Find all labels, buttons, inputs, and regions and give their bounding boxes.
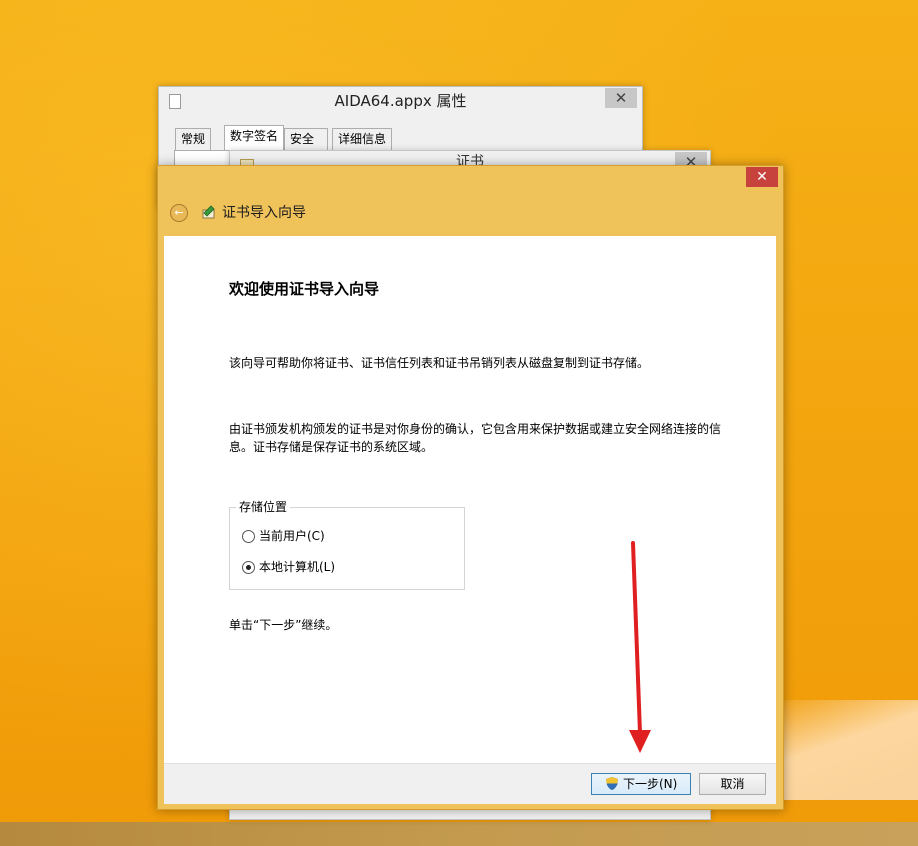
uac-shield-icon	[606, 777, 618, 790]
taskbar	[0, 822, 918, 846]
properties-window-title: AIDA64.appx 属性	[334, 92, 467, 110]
wizard-footer: 下一步(N) 取消	[164, 763, 776, 804]
radio-current-user-label[interactable]: 当前用户(C)	[259, 528, 325, 544]
next-button-label: 下一步(N)	[623, 777, 678, 791]
certificate-wizard-icon	[201, 205, 217, 225]
cancel-button[interactable]: 取消	[699, 773, 766, 795]
certificate-import-wizard: ✕ ← 证书导入向导 欢迎使用证书导入向导 该向导可帮助你将证书、证书信任列表和…	[157, 165, 784, 810]
wizard-close-button[interactable]: ✕	[746, 167, 778, 187]
back-arrow-icon[interactable]: ←	[170, 204, 188, 222]
wizard-heading: 欢迎使用证书导入向导	[229, 280, 380, 298]
tab-general[interactable]: 常规	[175, 128, 212, 150]
continue-instruction: 单击“下一步”继续。	[229, 618, 338, 632]
store-location-label: 存储位置	[236, 499, 291, 515]
tab-digital-signatures[interactable]: 数字签名	[224, 125, 285, 151]
properties-close-button[interactable]: ✕	[605, 88, 637, 108]
annotation-arrow-icon	[629, 541, 651, 753]
tab-details[interactable]: 详细信息	[332, 128, 393, 150]
wizard-title: 证书导入向导	[222, 205, 306, 221]
wizard-content: 欢迎使用证书导入向导 该向导可帮助你将证书、证书信任列表和证书吊销列表从磁盘复制…	[164, 236, 776, 763]
tab-security[interactable]: 安全	[284, 128, 328, 150]
wizard-description: 该向导可帮助你将证书、证书信任列表和证书吊销列表从磁盘复制到证书存储。	[229, 356, 650, 370]
radio-current-user-button[interactable]	[242, 530, 255, 543]
next-button[interactable]: 下一步(N)	[591, 773, 691, 795]
radio-local-machine-label[interactable]: 本地计算机(L)	[259, 559, 335, 575]
store-location-group: 存储位置 当前用户(C) 本地计算机(L)	[229, 499, 465, 590]
radio-local-machine-button[interactable]	[242, 561, 255, 574]
wizard-certificate-info: 由证书颁发机构颁发的证书是对你身份的确认，它包含用来保护数据或建立安全网络连接的…	[229, 422, 722, 454]
